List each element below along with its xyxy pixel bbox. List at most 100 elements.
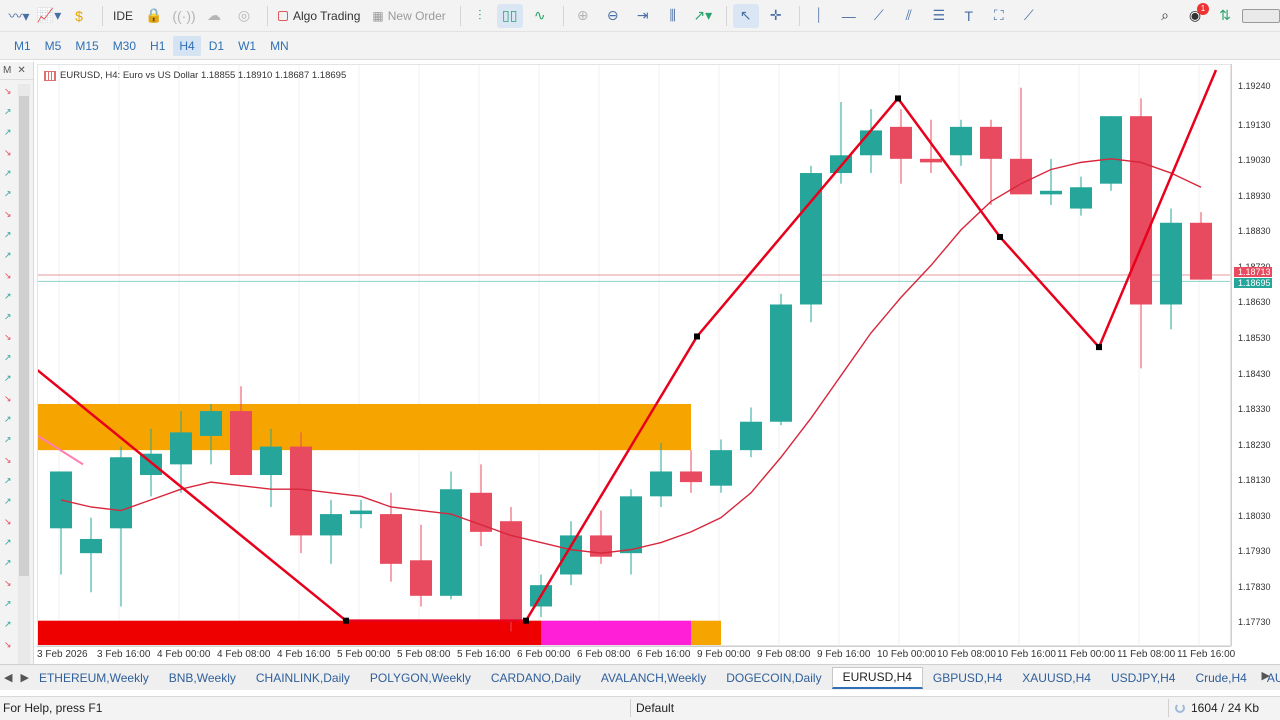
vps-icon[interactable]: ◎ [231,4,257,28]
chart-templates-icon[interactable]: 📈▾ [36,4,62,28]
vertical-line-icon[interactable]: ⏐ [806,4,832,28]
zigzag-node [523,617,529,624]
scroll-thumb[interactable] [19,96,29,576]
chart-shift-icon[interactable]: ⫼ [660,4,686,28]
tab-bnb-weekly[interactable]: BNB,Weekly [159,667,246,689]
tf-h1[interactable]: H1 [144,36,171,56]
symbol-arrow-icon: ↘ [4,578,12,588]
cursor-icon[interactable]: ↖ [732,3,759,28]
tab-ethereum-weekly[interactable]: ETHEREUM,Weekly [29,667,159,689]
candlestick-chart-icon[interactable]: ▯▯ [496,3,523,28]
zigzag-node [1096,344,1102,351]
tf-m5[interactable]: M5 [39,36,68,56]
candle-body [620,496,642,554]
time-axis[interactable]: 3 Feb 2026 3 Feb 16:00 4 Feb 00:00 4 Feb 08… [37,646,1235,664]
time-label: 5 Feb 16:00 [457,649,511,660]
price-axis[interactable]: 1.19240 1.19130 1.19030 1.18930 1.18830 1.187… [1231,64,1280,646]
strategy-tester-icon[interactable]: $ [66,4,92,28]
cloud-icon[interactable]: ☁ [201,4,227,28]
tf-m15[interactable]: M15 [69,36,104,56]
text-tool-icon[interactable]: T [956,4,982,28]
time-label: 6 Feb 00:00 [517,649,571,660]
candle-body [740,421,762,451]
candle-body [1070,187,1092,209]
tab-xauusd-h4[interactable]: XAUUSD,H4 [1012,667,1101,689]
tf-mn[interactable]: MN [264,36,295,56]
time-label: 3 Feb 16:00 [97,649,151,660]
connection-icon[interactable]: ⇅ [1212,4,1238,28]
chart-icon [44,70,56,81]
symbol-arrow-icon: ↗ [4,127,12,137]
price-label: 1.18030 [1238,510,1271,521]
tab-avalanch-weekly[interactable]: AVALANCH,Weekly [591,667,716,689]
time-label: 11 Feb 08:00 [1117,649,1176,660]
trendline-icon[interactable]: ⟋ [866,4,892,28]
symbol-arrow-icon: ↘ [4,394,12,404]
candle-body [1100,116,1122,184]
lock-icon[interactable]: 🔒 [141,4,167,28]
price-label: 1.18630 [1238,297,1271,308]
search-icon[interactable]: ⌕ [1152,4,1178,28]
tab-cardano-daily[interactable]: CARDANO,Daily [481,667,591,689]
candle-body [410,560,432,596]
zoom-in-icon[interactable]: ⊕ [570,4,596,28]
candle-body [710,450,732,486]
tf-m1[interactable]: M1 [8,36,37,56]
price-label: 1.18930 [1238,190,1271,201]
line-chart-icon[interactable]: ∿ [527,4,553,28]
panel-scrollbar[interactable] [18,84,30,664]
symbol-arrow-icon: ↘ [4,332,12,342]
signal-icon[interactable]: ((·)) [171,4,197,28]
bar-chart-icon[interactable]: ⫶ [467,4,493,28]
time-label: 5 Feb 08:00 [397,649,451,660]
tab-gbpusd-h4[interactable]: GBPUSD,H4 [923,667,1012,689]
zigzag-node [343,617,349,624]
ide-button[interactable]: IDE [109,4,137,28]
tf-d1[interactable]: D1 [203,36,230,56]
fibonacci-icon[interactable]: ☰ [926,4,952,28]
tab-crude-h4[interactable]: Crude,H4 [1185,667,1256,689]
candle-body [110,457,132,529]
chart-type-icon[interactable]: 〰▾ [6,4,32,28]
status-profile[interactable]: Default [636,701,674,715]
notification-badge: 1 [1197,2,1209,15]
horizontal-line-icon[interactable]: — [836,4,862,28]
objects-icon[interactable]: ⟋ [1016,4,1042,28]
tab-prev-icon[interactable]: ◀ [4,671,12,684]
tab-scroll-right-icon[interactable]: ▶ [1262,669,1270,682]
time-label: 9 Feb 00:00 [697,649,751,660]
chart-header-text: EURUSD, H4: Euro vs US Dollar 1.18855 1.… [60,70,347,81]
close-icon[interactable]: ✕ [17,65,25,76]
tf-h4[interactable]: H4 [173,35,201,56]
time-label: 3 Feb 2026 [37,649,88,660]
status-help: For Help, press F1 [3,701,103,715]
last-price-tag: 1.18695 [1234,278,1272,289]
tab-polygon-weekly[interactable]: POLYGON,Weekly [360,667,481,689]
shapes-icon[interactable]: ⛶ [986,4,1012,28]
symbol-arrow-icon: ↗ [4,250,12,260]
chart-window[interactable]: EURUSD, H4: Euro vs US Dollar 1.18855 1.… [37,64,1231,646]
tab-next-icon[interactable]: ▶ [20,671,28,684]
symbol-arrow-icon: ↘ [4,517,12,527]
tab-chainlink-daily[interactable]: CHAINLINK,Daily [246,667,360,689]
tf-w1[interactable]: W1 [232,36,262,56]
symbol-arrow-icon: ↗ [4,476,12,486]
tab-eurusd-h4[interactable]: EURUSD,H4 [831,666,923,689]
main-toolbar: 〰▾ 📈▾ $ IDE 🔒 ((·)) ☁ ◎ Algo Trading ▦ Ne… [0,0,1280,32]
zone-supply [38,403,691,451]
tf-m30[interactable]: M30 [107,36,142,56]
new-order-label: New Order [387,8,446,23]
candle-body [1160,222,1182,305]
symbol-arrow-icon: ↗ [4,189,12,199]
tile-windows-icon[interactable]: ⇥ [630,4,656,28]
indicators-icon[interactable]: ↗▾ [690,4,716,28]
algo-trading-button[interactable]: Algo Trading [274,4,364,28]
tab-dogecoin-daily[interactable]: DOGECOIN,Daily [716,667,831,689]
tab-usdjpy-h4[interactable]: USDJPY,H4 [1101,667,1185,689]
zoom-out-icon[interactable]: ⊖ [600,4,626,28]
chart-canvas[interactable] [38,65,1231,646]
new-order-button[interactable]: ▦ New Order [368,4,449,28]
channel-icon[interactable]: ⫽ [896,4,922,28]
notifications-icon[interactable]: ◉ 1 [1182,2,1209,28]
crosshair-icon[interactable]: ✛ [763,4,789,28]
